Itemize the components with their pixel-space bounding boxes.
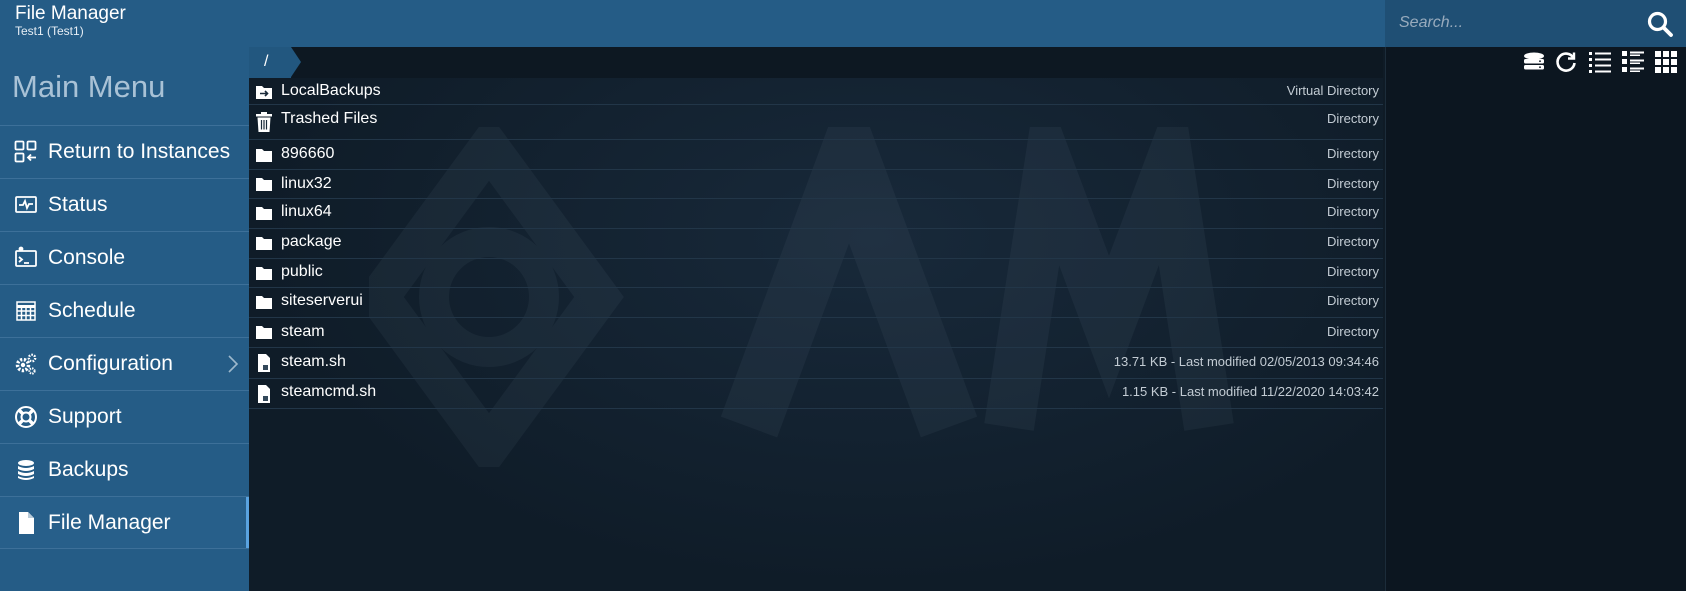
folder-icon <box>256 207 272 220</box>
file-name: siteserverui <box>281 292 363 309</box>
file-list: LocalBackups Virtual Directory Trashed F… <box>249 78 1383 409</box>
trash-icon <box>256 112 272 132</box>
list-item[interactable]: steam Directory <box>249 318 1383 348</box>
folder-icon <box>256 296 272 309</box>
detail-list-icon[interactable] <box>1621 50 1645 74</box>
file-type: Directory <box>1326 234 1379 249</box>
calendar-icon <box>16 301 36 321</box>
file-name: steam.sh <box>281 353 346 370</box>
file-type: Directory <box>1326 146 1379 161</box>
file-type: Directory <box>1326 264 1379 279</box>
file-name: LocalBackups <box>281 82 381 99</box>
breadcrumb-root: / <box>264 53 269 70</box>
file-name: steamcmd.sh <box>281 383 377 400</box>
folder-icon <box>256 237 272 250</box>
list-item[interactable]: 896660 Directory <box>249 140 1383 170</box>
sidebar-item-label: Schedule <box>48 299 136 322</box>
file-details: 1.15 KB - Last modified 11/22/2020 14:03… <box>1121 384 1379 399</box>
sidebar-item-label: Backups <box>48 458 129 481</box>
sidebar-item-console[interactable]: Console <box>0 231 249 284</box>
sidebar-item-schedule[interactable]: Schedule <box>0 284 249 337</box>
breadcrumb[interactable]: / <box>249 47 301 78</box>
folder-icon <box>256 149 272 162</box>
file-name: Trashed Files <box>281 110 378 127</box>
list-item[interactable]: public Directory <box>249 259 1383 288</box>
sidebar-item-label: Configuration <box>48 352 173 375</box>
list-item[interactable]: LocalBackups Virtual Directory <box>249 78 1383 105</box>
chevron-right-icon <box>228 355 239 373</box>
path-bar: / <box>249 47 1383 78</box>
sidebar-item-label: Return to Instances <box>48 140 231 163</box>
sidebar-item-return-to-instances[interactable]: Return to Instances <box>0 125 249 178</box>
sidebar-item-configuration[interactable]: Configuration <box>0 337 249 390</box>
list-item[interactable]: linux64 Directory <box>249 199 1383 229</box>
file-type: Directory <box>1326 176 1379 191</box>
sidebar-item-label: File Manager <box>48 510 171 534</box>
list-item[interactable]: steam.sh 13.71 KB - Last modified 02/05/… <box>249 348 1383 379</box>
list-item[interactable]: package Directory <box>249 229 1383 259</box>
grid-view-icon[interactable] <box>1654 50 1678 74</box>
file-name: linux32 <box>281 175 332 192</box>
sidebar-item-label: Support <box>48 405 122 428</box>
script-file-icon <box>258 354 270 372</box>
list-view-icon[interactable] <box>1588 50 1612 74</box>
folder-icon <box>256 267 272 280</box>
database-icon <box>18 460 34 480</box>
sidebar-item-backups[interactable]: Backups <box>0 443 249 496</box>
sidebar-item-label: Status <box>48 193 108 216</box>
file-details: 13.71 KB - Last modified 02/05/2013 09:3… <box>1113 354 1379 369</box>
top-bar: File Manager Test1 (Test1) <box>0 0 1686 47</box>
sidebar-item-label: Console <box>48 246 126 269</box>
sidebar-item-status[interactable]: Status <box>0 178 249 231</box>
storage-icon[interactable] <box>1522 50 1546 74</box>
gears-icon <box>15 353 37 375</box>
file-type: Directory <box>1326 111 1379 126</box>
file-type: Directory <box>1326 293 1379 308</box>
menu-heading: Main Menu <box>12 69 166 104</box>
search-box <box>1385 0 1686 47</box>
file-browser: / LocalBackups Virtual Directory Trashed… <box>249 47 1383 591</box>
file-type: Virtual Directory <box>1286 83 1379 98</box>
file-type: Directory <box>1326 204 1379 219</box>
page-title: File Manager <box>15 3 126 24</box>
file-name: package <box>281 233 342 250</box>
sidebar: Main Menu Return to Instances Status Con… <box>0 47 249 591</box>
instance-subtitle: Test1 (Test1) <box>15 24 84 38</box>
instances-icon <box>14 140 37 163</box>
main-menu: Return to Instances Status Console Sched… <box>0 125 249 549</box>
virtual-folder-icon <box>256 86 272 99</box>
status-monitor-icon <box>15 196 37 213</box>
list-item[interactable]: Trashed Files Directory <box>249 105 1383 140</box>
refresh-icon[interactable] <box>1554 50 1578 74</box>
search-icon[interactable] <box>1646 10 1674 38</box>
list-item[interactable]: steamcmd.sh 1.15 KB - Last modified 11/2… <box>249 379 1383 409</box>
file-name: linux64 <box>281 203 332 220</box>
file-name: steam <box>281 323 325 340</box>
file-name: public <box>281 263 323 280</box>
file-type: Directory <box>1326 324 1379 339</box>
details-panel <box>1385 47 1686 591</box>
folder-icon <box>256 178 272 191</box>
lifebuoy-icon <box>15 406 37 428</box>
sidebar-item-file-manager[interactable]: File Manager <box>0 496 249 549</box>
list-item[interactable]: linux32 Directory <box>249 170 1383 199</box>
console-icon <box>15 246 37 267</box>
list-item[interactable]: siteserverui Directory <box>249 288 1383 318</box>
search-input[interactable] <box>1399 11 1629 35</box>
file-name: 896660 <box>281 145 335 162</box>
file-icon <box>19 511 34 534</box>
sidebar-item-support[interactable]: Support <box>0 390 249 443</box>
folder-icon <box>256 326 272 339</box>
script-file-icon <box>258 385 270 403</box>
